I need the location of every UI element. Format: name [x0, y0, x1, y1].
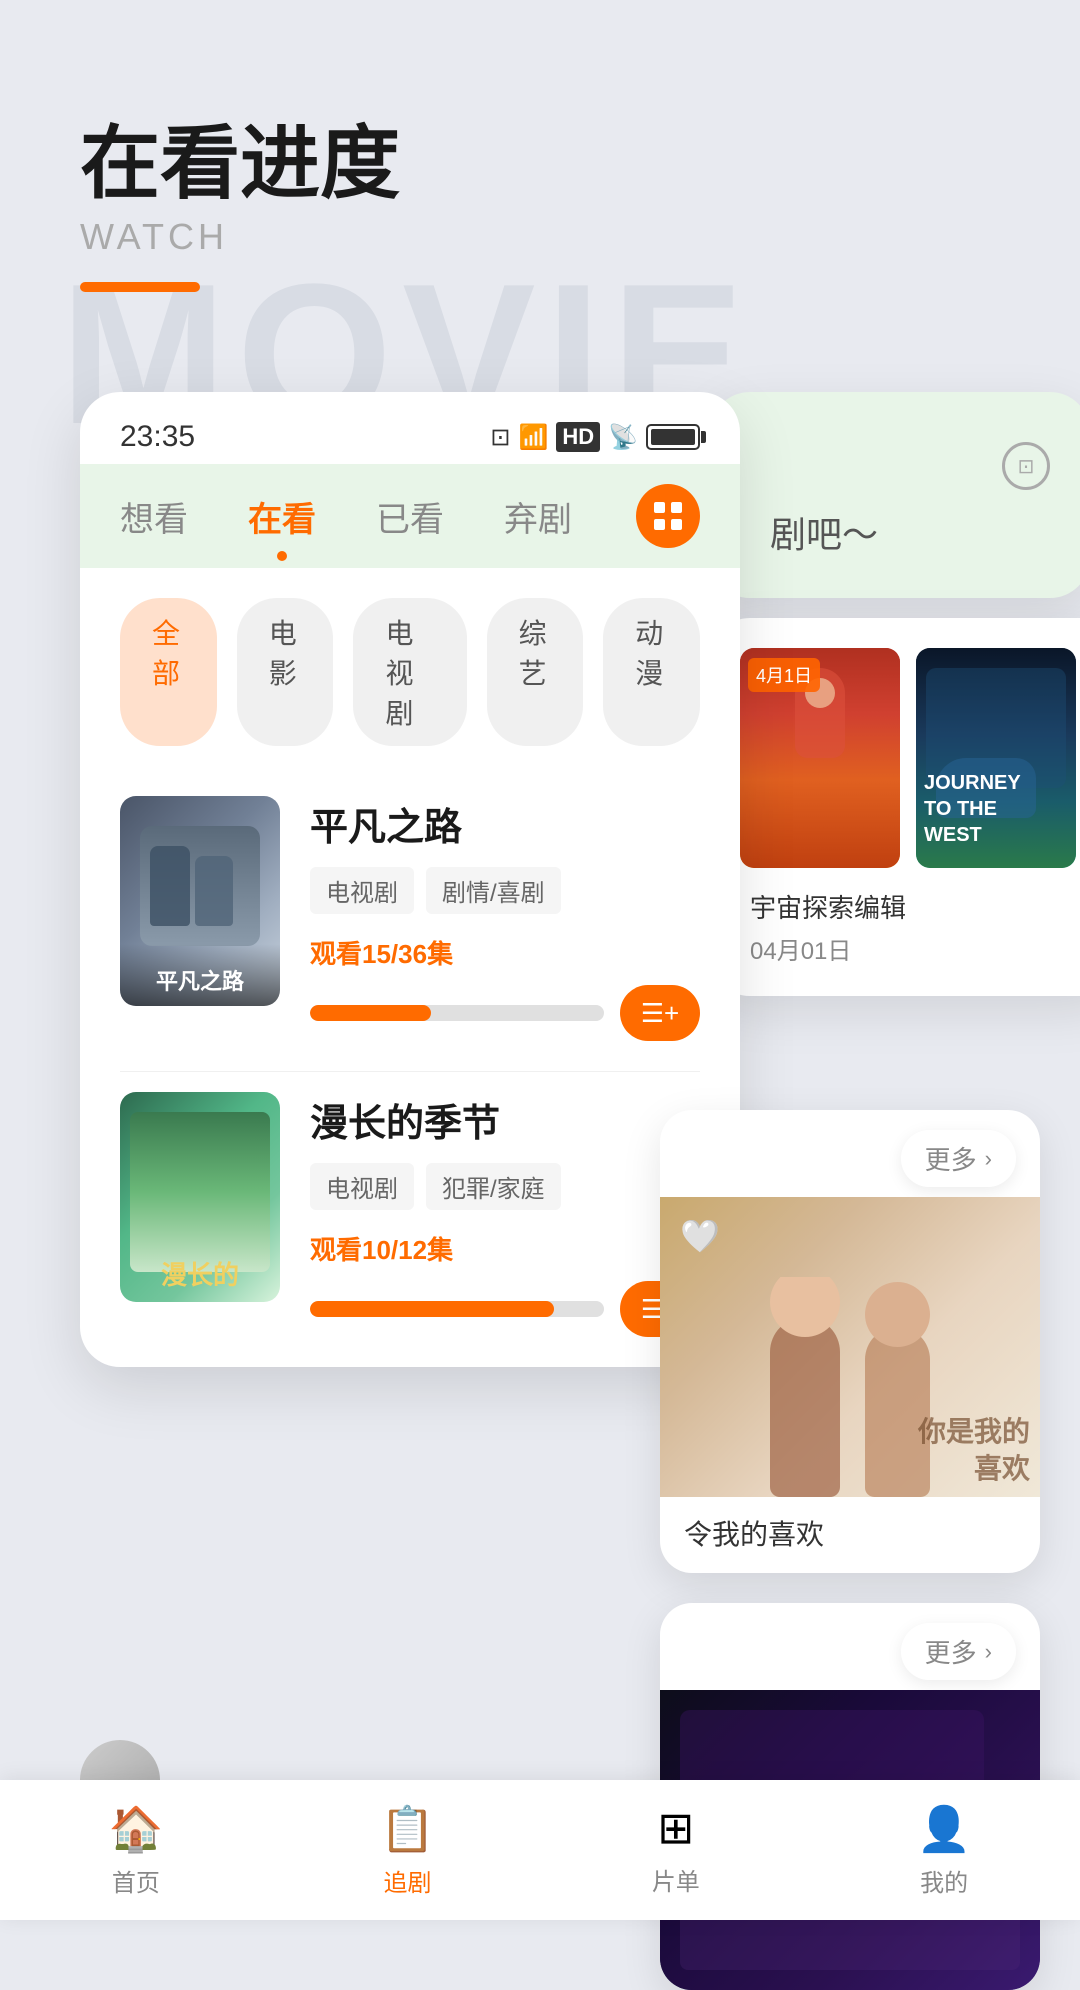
nav-home-label: 首页 [112, 1863, 160, 1898]
filter-variety[interactable]: 综艺 [487, 598, 584, 746]
profile-icon: 👤 [917, 1803, 972, 1855]
page-title-zh: 在看进度 [80, 120, 1000, 208]
status-bar: 23:35 ⊡ 📶 HD 📡 [80, 392, 740, 464]
nav-profile[interactable]: 👤 我的 [877, 1793, 1012, 1908]
poster-card-subtitle: 宇宙探索编辑 [740, 888, 1080, 925]
movie-poster-1: 平凡之路 [120, 796, 280, 1006]
small-poster-1[interactable]: 4月1日 [740, 648, 900, 868]
chevron-right-icon-2: › [985, 1639, 992, 1665]
tag-type-2: 电视剧 [310, 1163, 414, 1210]
nfc-right-icon: ⊡ [1002, 442, 1050, 490]
nav-playlist-label: 片单 [652, 1862, 700, 1897]
rec-card-1-title: 令我的喜欢 [660, 1497, 1040, 1573]
posters-row: 4月1日 JOURNEYTO THEWEST [740, 648, 1080, 868]
home-icon: 🏠 [108, 1803, 163, 1855]
filter-movie[interactable]: 电影 [237, 598, 334, 746]
rec-card-1-header: 更多 › [660, 1110, 1040, 1197]
chevron-right-icon-1: › [985, 1146, 992, 1172]
battery-icon [646, 424, 700, 450]
tag-type-1: 电视剧 [310, 867, 414, 914]
heart-icon: 🤍 [680, 1217, 720, 1255]
more-pill-2[interactable]: 更多 › [901, 1623, 1016, 1680]
tab-dropped[interactable]: 弃剧 [504, 492, 572, 561]
green-card: ⊡ 剧吧～ [710, 392, 1080, 598]
watch-progress-text-1: 观看15/36集 [310, 934, 700, 971]
journey-title: JOURNEYTO THEWEST [924, 770, 1068, 848]
nfc-icon: ⊡ [490, 423, 510, 452]
orange-underbar [80, 282, 200, 292]
bottom-nav: 🏠 首页 📋 追剧 ⊞ 片单 👤 我的 [0, 1780, 1080, 1920]
more-pill-1[interactable]: 更多 › [901, 1130, 1016, 1187]
nav-tracking[interactable]: 📋 追剧 [340, 1793, 475, 1908]
movie-tags-1: 电视剧 剧情/喜剧 [310, 867, 700, 914]
nav-playlist[interactable]: ⊞ 片单 [612, 1793, 740, 1907]
movie-poster-2: 漫长的 [120, 1092, 280, 1302]
sp-label-1: 4月1日 [748, 658, 820, 692]
rec-card-1[interactable]: 更多 › 🤍 你是我的喜欢 令我的喜欢 [660, 1110, 1040, 1573]
rec-card-2-header: 更多 › [660, 1603, 1040, 1690]
tabs-row: 想看 在看 已看 弃剧 [80, 464, 740, 568]
movie-title-1: 平凡之路 [310, 796, 700, 851]
tag-genre-1: 剧情/喜剧 [426, 867, 561, 914]
signal-icon: 📡 [608, 423, 638, 452]
nav-profile-label: 我的 [920, 1863, 968, 1898]
movie-info-1: 平凡之路 电视剧 剧情/喜剧 观看15/36集 ☰+ [310, 796, 700, 1041]
filter-tv[interactable]: 电视剧 [353, 598, 466, 746]
green-card-text: 剧吧～ [770, 506, 1050, 558]
movie-item-1[interactable]: 平凡之路 平凡之路 电视剧 剧情/喜剧 观看15/36集 ☰+ [80, 776, 740, 1071]
list-add-icon-1: ☰+ [641, 998, 680, 1029]
rec-img-1-text: 你是我的喜欢 [918, 1414, 1030, 1487]
status-time: 23:35 [120, 420, 195, 454]
small-poster-2[interactable]: JOURNEYTO THEWEST [916, 648, 1076, 868]
grid-icon [654, 502, 682, 530]
tabs-menu-button[interactable] [636, 484, 700, 548]
tab-watched[interactable]: 已看 [376, 492, 444, 561]
nav-home[interactable]: 🏠 首页 [68, 1793, 203, 1908]
playlist-icon: ⊞ [657, 1803, 694, 1854]
tab-want-watch[interactable]: 想看 [120, 492, 188, 561]
rec-card-img-1: 🤍 你是我的喜欢 [660, 1197, 1040, 1497]
progress-bar-fill-1 [310, 1005, 431, 1021]
progress-bar-fill-2 [310, 1301, 554, 1317]
progress-bar-bg-2 [310, 1301, 604, 1317]
list-add-button-1[interactable]: ☰+ [620, 985, 700, 1041]
page-header: 在看进度 WATCH [0, 0, 1080, 332]
nav-tracking-label: 追剧 [384, 1863, 432, 1898]
posters-card: 4月1日 JOURNEYTO THEWEST 宇宙探索编辑 04月01日 [710, 618, 1080, 996]
right-cards: ⊡ 剧吧～ 4月1日 [710, 392, 1080, 996]
filter-chips: 全部 电影 电视剧 综艺 动漫 [80, 568, 740, 776]
page-title-en: WATCH [80, 216, 1000, 258]
tracking-icon: 📋 [380, 1803, 435, 1855]
status-icons: ⊡ 📶 HD 📡 [490, 422, 700, 452]
filter-all[interactable]: 全部 [120, 598, 217, 746]
tab-watching[interactable]: 在看 [248, 492, 316, 561]
progress-bar-bg-1 [310, 1005, 604, 1021]
progress-row-1: ☰+ [310, 985, 700, 1041]
poster-card-date: 04月01日 [740, 925, 1080, 966]
filter-anime[interactable]: 动漫 [603, 598, 700, 746]
hd-badge: HD [556, 422, 600, 452]
wifi-icon: 📶 [518, 423, 548, 452]
poster-1-title: 平凡之路 [120, 944, 280, 1006]
tag-genre-2: 犯罪/家庭 [426, 1163, 561, 1210]
